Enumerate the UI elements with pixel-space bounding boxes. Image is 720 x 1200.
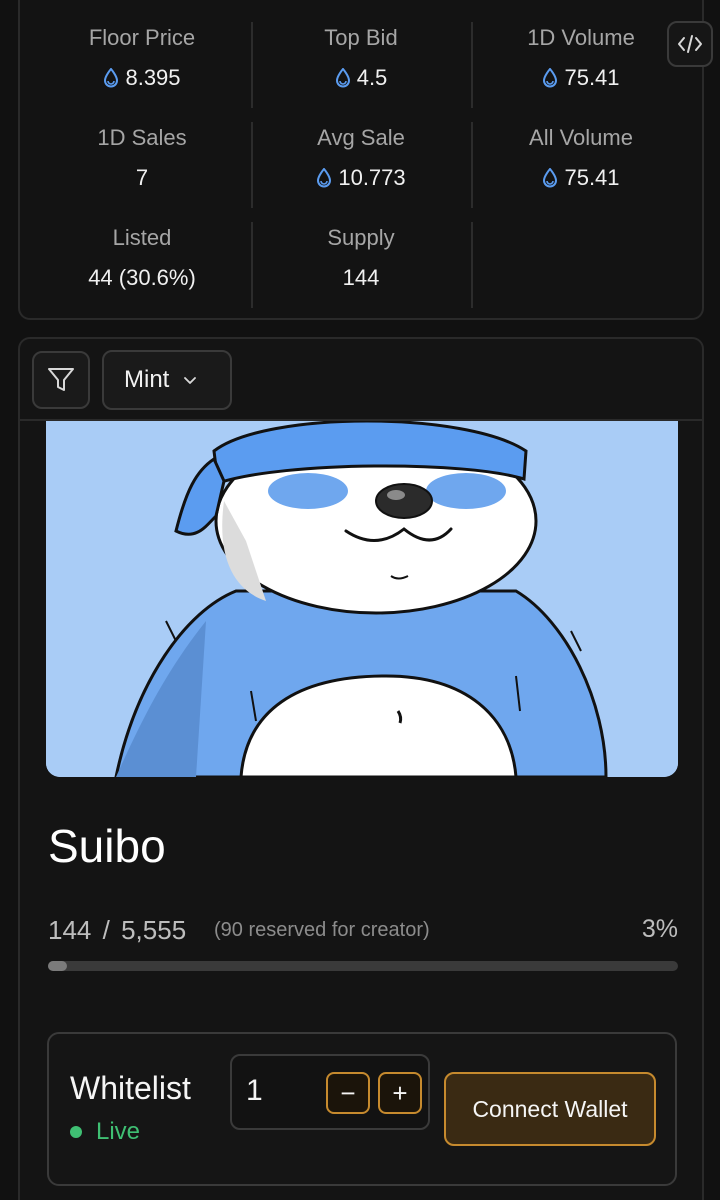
mint-toolbar: Mint — [20, 339, 702, 421]
stat-label: Top Bid — [324, 25, 398, 50]
stat-all-volume: All Volume 75.41 — [471, 125, 691, 191]
live-status-label: Live — [96, 1118, 141, 1145]
mint-progress-bar — [48, 961, 678, 971]
phase-name: Whitelist — [70, 1070, 191, 1106]
nft-image — [46, 421, 678, 777]
mint-progress-fill — [48, 961, 67, 971]
stat-value: 8.395 — [125, 65, 181, 90]
stat-1d-volume: 1D Volume 75.41 — [471, 25, 691, 91]
suibo-bear-illustration — [46, 421, 678, 777]
divider — [471, 222, 473, 308]
stat-label: 1D Sales — [97, 125, 187, 150]
stat-value: 44 (30.6%) — [88, 265, 196, 290]
stat-supply: Supply 144 — [251, 225, 471, 291]
filter-button[interactable] — [32, 351, 90, 409]
embed-code-icon — [678, 35, 702, 53]
chevron-down-icon — [184, 377, 197, 384]
stat-label: All Volume — [529, 125, 633, 150]
connect-wallet-button[interactable]: Connect Wallet — [444, 1072, 656, 1146]
sui-drop-icon — [543, 68, 558, 88]
stat-value: 4.5 — [356, 65, 388, 90]
stat-label: Listed — [112, 225, 172, 250]
quantity-stepper: 1 − + — [230, 1054, 430, 1130]
mint-card: Mint Suibo 144 / 5,555 (90 reserved for … — [18, 337, 704, 1200]
mint-dropdown-label: Mint — [124, 366, 170, 393]
reserved-note: (90 reserved for creator) — [214, 919, 430, 941]
embed-code-button[interactable] — [667, 21, 713, 67]
stat-top-bid: Top Bid 4.5 — [251, 25, 471, 91]
stat-1d-sales: 1D Sales 7 — [32, 125, 252, 191]
mint-progress-text: 144 / 5,555 (90 reserved for creator) 3% — [48, 915, 678, 945]
stat-listed: Listed 44 (30.6%) — [32, 225, 252, 291]
stat-value: 75.41 — [564, 165, 620, 190]
sui-drop-icon — [317, 168, 332, 188]
live-status-dot — [70, 1126, 82, 1138]
stat-label: Floor Price — [88, 25, 196, 50]
stat-label: Supply — [327, 225, 395, 250]
stat-label: Avg Sale — [317, 125, 405, 150]
stat-value: 75.41 — [564, 65, 620, 90]
phase-status: Live — [70, 1118, 140, 1146]
collection-title: Suibo — [48, 820, 166, 872]
stat-label: 1D Volume — [527, 25, 635, 50]
sui-drop-icon — [335, 68, 350, 88]
stat-value: 10.773 — [338, 165, 406, 190]
increment-button[interactable]: + — [378, 1072, 422, 1114]
collection-stats-card: Floor Price 8.395 Top Bid 4.5 1D Volume … — [18, 0, 713, 320]
mint-dropdown[interactable]: Mint — [102, 350, 232, 410]
mint-percent: 3% — [641, 915, 678, 943]
mint-phase-card: Whitelist Live 1 − + Connect Wallet — [47, 1032, 677, 1186]
stat-value: 144 — [342, 265, 380, 290]
minted-count: 144 / 5,555 — [48, 915, 187, 945]
decrement-button[interactable]: − — [326, 1072, 370, 1114]
stat-floor-price: Floor Price 8.395 — [32, 25, 252, 91]
stat-value: 7 — [135, 165, 149, 190]
sui-drop-icon — [543, 168, 558, 188]
stat-avg-sale: Avg Sale 10.773 — [251, 125, 471, 191]
sui-drop-icon — [104, 68, 119, 88]
filter-icon — [48, 368, 74, 391]
quantity-input[interactable]: 1 — [246, 1074, 263, 1108]
